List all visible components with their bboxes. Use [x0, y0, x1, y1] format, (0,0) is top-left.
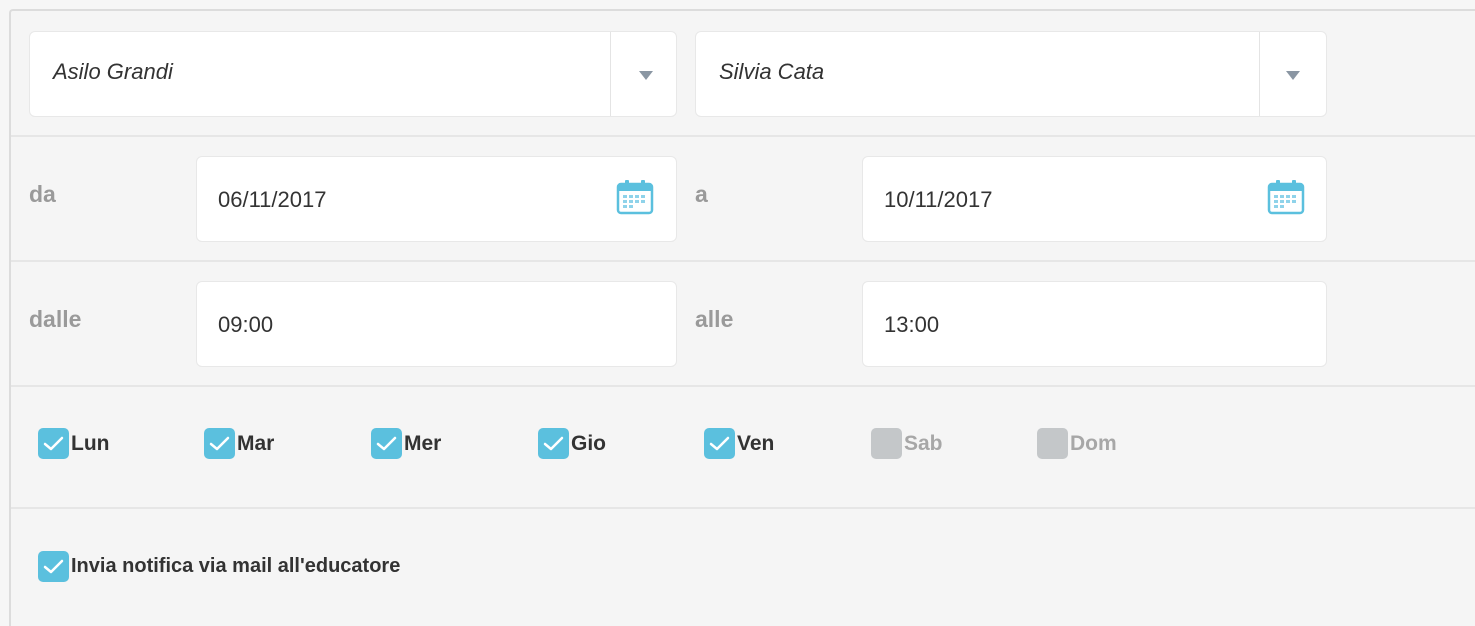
to-time-value: 13:00: [884, 312, 940, 337]
check-icon[interactable]: [538, 428, 569, 459]
day-label: Gio: [571, 431, 606, 455]
check-icon[interactable]: [38, 551, 69, 582]
day-checkbox-mar[interactable]: Mar: [204, 428, 274, 459]
to-date-label: a: [695, 181, 708, 207]
day-label: Sab: [904, 431, 943, 455]
calendar-icon[interactable]: [1267, 179, 1305, 215]
educator-select-value: Silvia Cata: [719, 59, 825, 84]
row-divider: [11, 385, 1475, 387]
from-date-label: da: [29, 181, 56, 207]
school-select-value: Asilo Grandi: [53, 59, 173, 84]
unchecked-box-icon[interactable]: [1037, 428, 1068, 459]
row-divider: [11, 135, 1475, 137]
unchecked-box-icon[interactable]: [871, 428, 902, 459]
check-icon[interactable]: [371, 428, 402, 459]
school-select[interactable]: Asilo Grandi: [29, 31, 677, 117]
from-time-field[interactable]: 09:00: [196, 281, 677, 367]
day-label: Mer: [404, 431, 442, 455]
day-label: Lun: [71, 431, 110, 455]
day-label: Mar: [237, 431, 275, 455]
day-label: Dom: [1070, 431, 1117, 455]
to-time-field[interactable]: 13:00: [862, 281, 1327, 367]
select-divider: [1259, 32, 1260, 116]
day-checkbox-gio[interactable]: Gio: [538, 428, 606, 459]
from-date-field[interactable]: 06/11/2017: [196, 156, 677, 242]
row-divider: [11, 507, 1475, 509]
from-time-label: dalle: [29, 306, 82, 332]
notify-label: Invia notifica via mail all'educatore: [71, 555, 401, 577]
from-date-value: 06/11/2017: [218, 187, 327, 212]
to-date-value: 10/11/2017: [884, 187, 993, 212]
row-divider: [11, 260, 1475, 262]
day-label: Ven: [737, 431, 775, 455]
notify-checkbox[interactable]: Invia notifica via mail all'educatore: [38, 551, 400, 582]
check-icon[interactable]: [204, 428, 235, 459]
to-time-label: alle: [695, 306, 734, 332]
caret-down-icon[interactable]: [1286, 71, 1300, 80]
from-time-value: 09:00: [218, 312, 274, 337]
select-divider: [610, 32, 611, 116]
day-checkbox-sab[interactable]: Sab: [871, 428, 943, 459]
check-icon[interactable]: [704, 428, 735, 459]
calendar-icon[interactable]: [616, 179, 654, 215]
day-checkbox-mer[interactable]: Mer: [371, 428, 441, 459]
day-checkbox-lun[interactable]: Lun: [38, 428, 109, 459]
to-date-field[interactable]: 10/11/2017: [862, 156, 1327, 242]
caret-down-icon[interactable]: [639, 71, 653, 80]
check-icon[interactable]: [38, 428, 69, 459]
day-checkbox-ven[interactable]: Ven: [704, 428, 774, 459]
educator-select[interactable]: Silvia Cata: [695, 31, 1327, 117]
day-checkbox-dom[interactable]: Dom: [1037, 428, 1117, 459]
